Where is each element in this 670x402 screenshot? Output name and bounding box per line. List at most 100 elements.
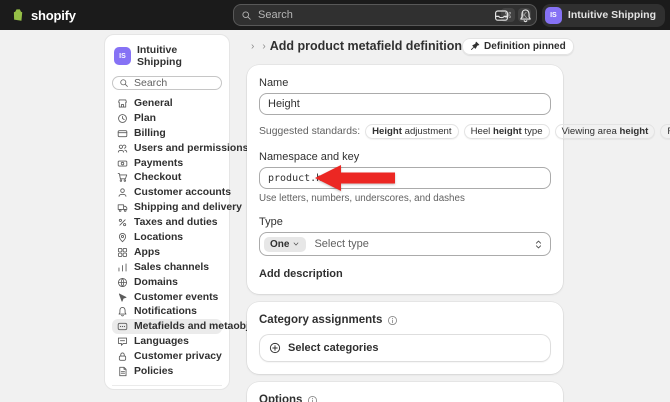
suggested-standard-pill[interactable]: Height adjustment xyxy=(365,124,458,139)
category-assignments-title: Category assignments xyxy=(259,314,383,326)
sidebar-item-customer-privacy[interactable]: Customer privacy xyxy=(112,349,222,364)
sidebar-item-label: Apps xyxy=(134,246,160,258)
sidebar-item-customer-events[interactable]: Customer events xyxy=(112,290,222,305)
store-name: Intuitive Shipping xyxy=(136,44,182,68)
user-menu[interactable]: IS Intuitive Shipping xyxy=(541,3,665,27)
users-icon xyxy=(117,143,128,154)
apps-icon xyxy=(117,247,128,258)
breadcrumb-separator: › xyxy=(262,40,266,52)
sales-channels-icon xyxy=(117,262,128,273)
suggested-standard-pill[interactable]: Rise height class xyxy=(660,124,670,139)
store-avatar: IS xyxy=(114,47,131,65)
select-updown-icon xyxy=(533,239,544,250)
sidebar-item-label: Customer events xyxy=(134,291,219,303)
select-categories-label: Select categories xyxy=(288,342,379,354)
type-label: Type xyxy=(259,216,283,228)
category-assignments-card: Category assignments Select categories xyxy=(247,302,563,374)
domains-icon xyxy=(117,277,128,288)
namespace-label: Namespace and key xyxy=(259,151,360,163)
topbar-right: IS Intuitive Shipping xyxy=(494,3,665,27)
sidebar-item-taxes-and-duties[interactable]: Taxes and duties xyxy=(112,215,222,230)
topbar: shopify Search ⌘ K IS Intuitive Shipping xyxy=(0,0,670,30)
search-icon xyxy=(119,78,129,88)
metafields-icon xyxy=(117,321,128,332)
name-input[interactable] xyxy=(259,93,551,115)
sidebar-item-customer-accounts[interactable]: Customer accounts xyxy=(112,185,231,200)
sidebar-item-plan[interactable]: Plan xyxy=(112,111,222,126)
sidebar-item-languages[interactable]: Languages xyxy=(112,334,222,349)
options-card: Options Storefront API access xyxy=(247,382,563,402)
global-search-input[interactable]: Search ⌘ K xyxy=(233,4,537,26)
name-label: Name xyxy=(259,77,289,89)
customer-accounts-icon xyxy=(117,187,128,198)
sidebar-item-label: Plan xyxy=(134,112,156,124)
chevron-down-icon xyxy=(292,240,300,248)
sidebar-item-metafields-and-metaobjects[interactable]: Metafields and metaobjects xyxy=(112,319,270,335)
customer-events-icon xyxy=(117,292,128,303)
suggested-standards-row: Suggested standards: Height adjustment He… xyxy=(259,124,670,139)
search-icon xyxy=(241,10,252,21)
sidebar-item-notifications[interactable]: Notifications xyxy=(112,304,222,319)
type-select[interactable]: One Select type xyxy=(259,232,551,256)
plan-icon xyxy=(117,113,128,124)
suggested-standard-pill[interactable]: Heel height type xyxy=(464,124,550,139)
sidebar-item-payments[interactable]: Payments xyxy=(112,156,222,171)
sidebar-item-label: Users and permissions xyxy=(134,142,249,154)
pin-icon xyxy=(470,41,480,51)
sidebar-item-checkout[interactable]: Checkout xyxy=(112,170,222,185)
options-title: Options xyxy=(259,394,303,402)
inbox-icon[interactable] xyxy=(494,8,509,23)
plus-circle-icon xyxy=(269,342,281,354)
sidebar-divider xyxy=(112,384,222,386)
sidebar-item-policies[interactable]: Policies xyxy=(112,364,222,379)
shipping-icon xyxy=(117,202,128,213)
sidebar-item-sales-channels[interactable]: Sales channels xyxy=(112,260,222,275)
page-title: Add product metafield definition xyxy=(269,39,463,53)
privacy-icon xyxy=(117,351,128,362)
payments-icon xyxy=(117,158,128,169)
definition-pinned-button[interactable]: Definition pinned xyxy=(462,37,574,55)
sidebar-item-label: Payments xyxy=(134,157,184,169)
languages-icon xyxy=(117,336,128,347)
sidebar-item-apps[interactable]: Apps xyxy=(112,245,222,260)
suggested-standards-label: Suggested standards: xyxy=(259,126,361,137)
sidebar-item-locations[interactable]: Locations xyxy=(112,230,222,245)
sidebar-item-users-and-permissions[interactable]: Users and permissions xyxy=(112,141,248,156)
sidebar-item-label: Taxes and duties xyxy=(134,217,218,229)
suggested-standards-pills: Height adjustment Heel height type Viewing… xyxy=(365,124,670,139)
suggested-standard-pill[interactable]: Viewing area height xyxy=(555,124,656,139)
sidebar-item-label: General xyxy=(134,97,173,109)
sidebar-item-label: Billing xyxy=(134,127,166,139)
shopify-logo[interactable]: shopify xyxy=(10,0,76,30)
select-categories-button[interactable]: Select categories xyxy=(259,334,551,362)
sidebar-item-shipping-and-delivery[interactable]: Shipping and delivery xyxy=(112,200,242,215)
type-field: Type One Select type xyxy=(259,216,551,256)
sidebar-menu: General Plan Billing Users and permissions P… xyxy=(112,96,270,379)
type-placeholder: Select type xyxy=(314,238,369,250)
type-quantity-dropdown[interactable]: One xyxy=(264,236,307,252)
sidebar-search-input[interactable]: Search xyxy=(112,76,222,90)
sidebar-item-label: Checkout xyxy=(134,172,182,184)
sidebar-item-label: Customer privacy xyxy=(134,351,222,363)
sidebar-item-billing[interactable]: Billing xyxy=(112,126,222,141)
add-description-link[interactable]: Add description xyxy=(259,268,343,280)
store-switcher[interactable]: IS Intuitive Shipping xyxy=(112,42,222,76)
sidebar-item-label: Notifications xyxy=(134,306,197,318)
sidebar-item-label: Sales channels xyxy=(134,261,210,273)
taxes-icon xyxy=(117,217,128,228)
page-header: › Product › Add product metafield defini… xyxy=(247,36,574,56)
definition-card: Name Suggested standards: Height adjustm… xyxy=(247,65,670,294)
info-icon[interactable] xyxy=(307,395,318,402)
notifications-bell-icon[interactable] xyxy=(518,8,533,23)
shopify-wordmark: shopify xyxy=(31,7,76,23)
info-icon[interactable] xyxy=(387,315,398,326)
global-search-placeholder: Search xyxy=(258,9,293,21)
sidebar-search-placeholder: Search xyxy=(134,77,168,89)
locations-icon xyxy=(117,232,128,243)
sidebar-item-general[interactable]: General xyxy=(112,96,222,111)
sidebar-item-label: Shipping and delivery xyxy=(134,202,242,214)
sidebar-item-label: Languages xyxy=(134,336,189,348)
breadcrumb-separator: › xyxy=(251,40,255,52)
sidebar-item-domains[interactable]: Domains xyxy=(112,275,222,290)
namespace-input[interactable] xyxy=(259,167,551,189)
